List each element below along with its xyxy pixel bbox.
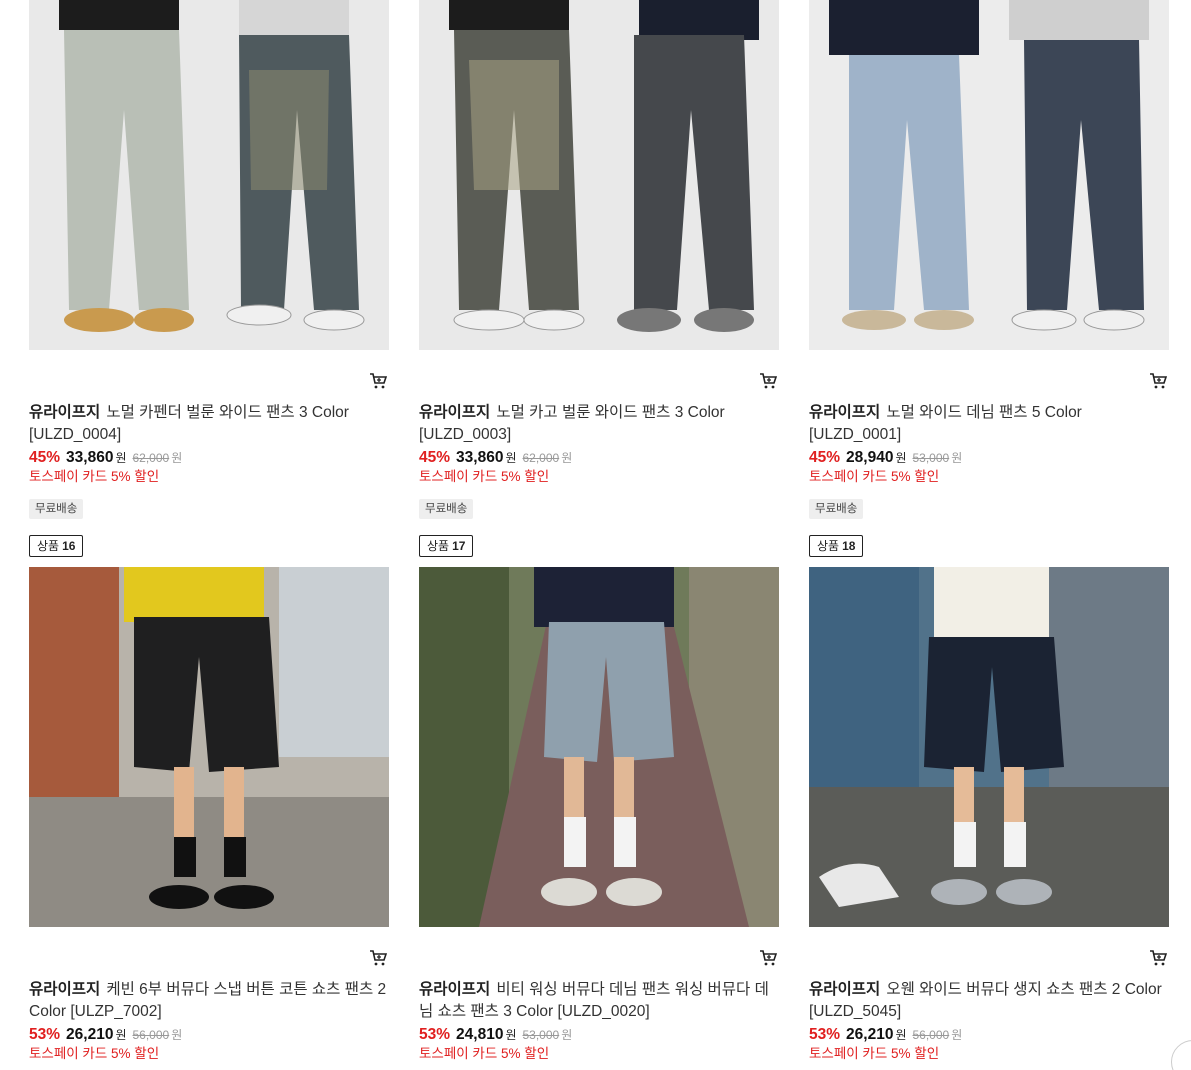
currency-unit: 원: [505, 451, 517, 465]
product-image[interactable]: [809, 0, 1169, 350]
currency-unit: 원: [115, 451, 127, 465]
product-image[interactable]: [809, 567, 1169, 927]
original-price: 53,000: [522, 1028, 560, 1042]
scroll-top-button[interactable]: [1171, 1040, 1191, 1070]
brand-name: 유라이프지: [29, 404, 101, 421]
card-promo-text: 토스페이 카드 5% 할인: [809, 1046, 940, 1061]
cart-icon[interactable]: [369, 372, 387, 390]
rank-badge: 상품 16: [29, 535, 84, 557]
brand-name: 유라이프지: [809, 404, 881, 421]
card-promo-text: 토스페이 카드 5% 할인: [419, 469, 550, 484]
rank-label: 상품: [427, 539, 450, 553]
currency-unit: 원: [895, 451, 907, 465]
sale-price: 33,860: [456, 449, 504, 466]
product-title[interactable]: 유라이프지 오웬 와이드 버뮤다 생지 쇼츠 팬츠 2 Color [ULZD_5…: [809, 979, 1169, 1023]
rank-number: 18: [842, 539, 856, 553]
discount-rate: 45%: [419, 449, 451, 466]
product-title[interactable]: 유라이프지 노멀 카고 벌룬 와이드 팬츠 3 Color [ULZD_0003]: [419, 402, 779, 446]
discount-rate: 45%: [29, 449, 61, 466]
free-shipping-badge: 무료배송: [809, 499, 864, 519]
free-shipping-badge: 무료배송: [29, 499, 84, 519]
product-image[interactable]: [419, 0, 779, 350]
original-price: 62,000: [522, 451, 560, 465]
original-currency-unit: 원: [561, 1028, 573, 1042]
price-row: 45% 33,860 원 62,000 원: [419, 449, 572, 469]
price-row: 45% 28,940 원 53,000 원: [809, 449, 962, 469]
card-promo-text: 토스페이 카드 5% 할인: [419, 1046, 550, 1061]
original-currency-unit: 원: [951, 1028, 963, 1042]
product-image[interactable]: [29, 567, 389, 927]
card-promo-text: 토스페이 카드 5% 할인: [29, 469, 160, 484]
card-promo-text: 토스페이 카드 5% 할인: [29, 1046, 160, 1061]
sale-price: 26,210: [846, 1026, 894, 1043]
original-price: 53,000: [912, 451, 950, 465]
product-title[interactable]: 유라이프지 비티 워싱 버뮤다 데님 팬츠 워싱 버뮤다 데님 쇼츠 팬츠 3 C…: [419, 979, 779, 1023]
original-price: 56,000: [132, 1028, 170, 1042]
cart-icon[interactable]: [759, 949, 777, 967]
discount-rate: 53%: [29, 1026, 61, 1043]
brand-name: 유라이프지: [419, 981, 491, 998]
product-title[interactable]: 유라이프지 케빈 6부 버뮤다 스냅 버튼 코튼 쇼츠 팬츠 2 Color [U…: [29, 979, 389, 1023]
price-row: 53% 26,210 원 56,000 원: [29, 1026, 182, 1046]
rank-number: 16: [62, 539, 76, 553]
sale-price: 28,940: [846, 449, 894, 466]
price-row: 45% 33,860 원 62,000 원: [29, 449, 182, 469]
original-currency-unit: 원: [561, 451, 573, 465]
cart-icon[interactable]: [369, 949, 387, 967]
product-image[interactable]: [29, 0, 389, 350]
currency-unit: 원: [505, 1028, 517, 1042]
price-row: 53% 26,210 원 56,000 원: [809, 1026, 962, 1046]
currency-unit: 원: [895, 1028, 907, 1042]
brand-name: 유라이프지: [809, 981, 881, 998]
original-currency-unit: 원: [171, 451, 183, 465]
currency-unit: 원: [115, 1028, 127, 1042]
original-currency-unit: 원: [951, 451, 963, 465]
original-currency-unit: 원: [171, 1028, 183, 1042]
sale-price: 24,810: [456, 1026, 504, 1043]
original-price: 56,000: [912, 1028, 950, 1042]
brand-name: 유라이프지: [29, 981, 101, 998]
free-shipping-badge: 무료배송: [419, 499, 474, 519]
discount-rate: 53%: [809, 1026, 841, 1043]
rank-badge: 상품 17: [419, 535, 474, 557]
rank-label: 상품: [37, 539, 60, 553]
original-price: 62,000: [132, 451, 170, 465]
rank-badge: 상품 18: [809, 535, 864, 557]
card-promo-text: 토스페이 카드 5% 할인: [809, 469, 940, 484]
cart-icon[interactable]: [1149, 372, 1167, 390]
product-title[interactable]: 유라이프지 노멀 와이드 데님 팬츠 5 Color [ULZD_0001]: [809, 402, 1169, 446]
sale-price: 26,210: [66, 1026, 114, 1043]
product-title[interactable]: 유라이프지 노멀 카펜더 벌룬 와이드 팬츠 3 Color [ULZD_0004…: [29, 402, 389, 446]
cart-icon[interactable]: [759, 372, 777, 390]
rank-label: 상품: [817, 539, 840, 553]
cart-icon[interactable]: [1149, 949, 1167, 967]
discount-rate: 45%: [809, 449, 841, 466]
product-image[interactable]: [419, 567, 779, 927]
discount-rate: 53%: [419, 1026, 451, 1043]
rank-number: 17: [452, 539, 466, 553]
sale-price: 33,860: [66, 449, 114, 466]
price-row: 53% 24,810 원 53,000 원: [419, 1026, 572, 1046]
brand-name: 유라이프지: [419, 404, 491, 421]
